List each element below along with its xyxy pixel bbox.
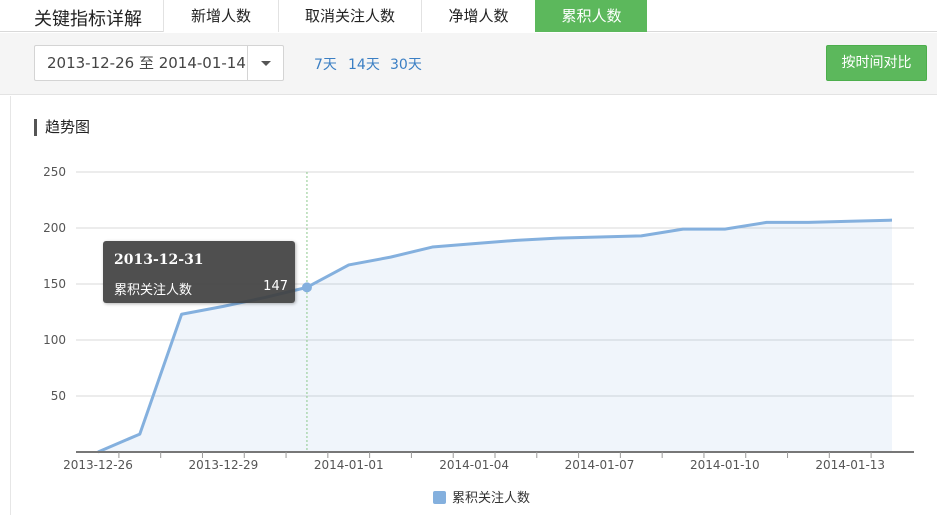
legend-swatch [433,491,446,504]
y-tick-label: 50 [51,389,66,403]
y-tick-label: 150 [43,277,66,291]
x-tick-label: 2014-01-04 [439,458,509,472]
y-tick-label: 250 [43,165,66,179]
x-tick-label: 2014-01-10 [690,458,760,472]
x-tick-label: 2014-01-01 [314,458,384,472]
legend-label: 累积关注人数 [452,491,531,506]
tooltip-value: 147 [263,279,288,294]
tooltip-series-name: 累积关注人数 [114,283,193,298]
x-tick-label: 2014-01-07 [565,458,635,472]
highlight-point [301,282,312,293]
x-tick-label: 2014-01-13 [815,458,885,472]
chart-tooltip: 2013-12-31 累积关注人数 147 [103,241,295,303]
chart-legend[interactable]: 累积关注人数 [433,487,530,506]
x-tick-label: 2013-12-29 [188,458,258,472]
y-tick-label: 200 [43,221,66,235]
x-tick-label: 2013-12-26 [63,458,133,472]
y-tick-label: 100 [43,333,66,347]
tooltip-date: 2013-12-31 [114,252,204,268]
